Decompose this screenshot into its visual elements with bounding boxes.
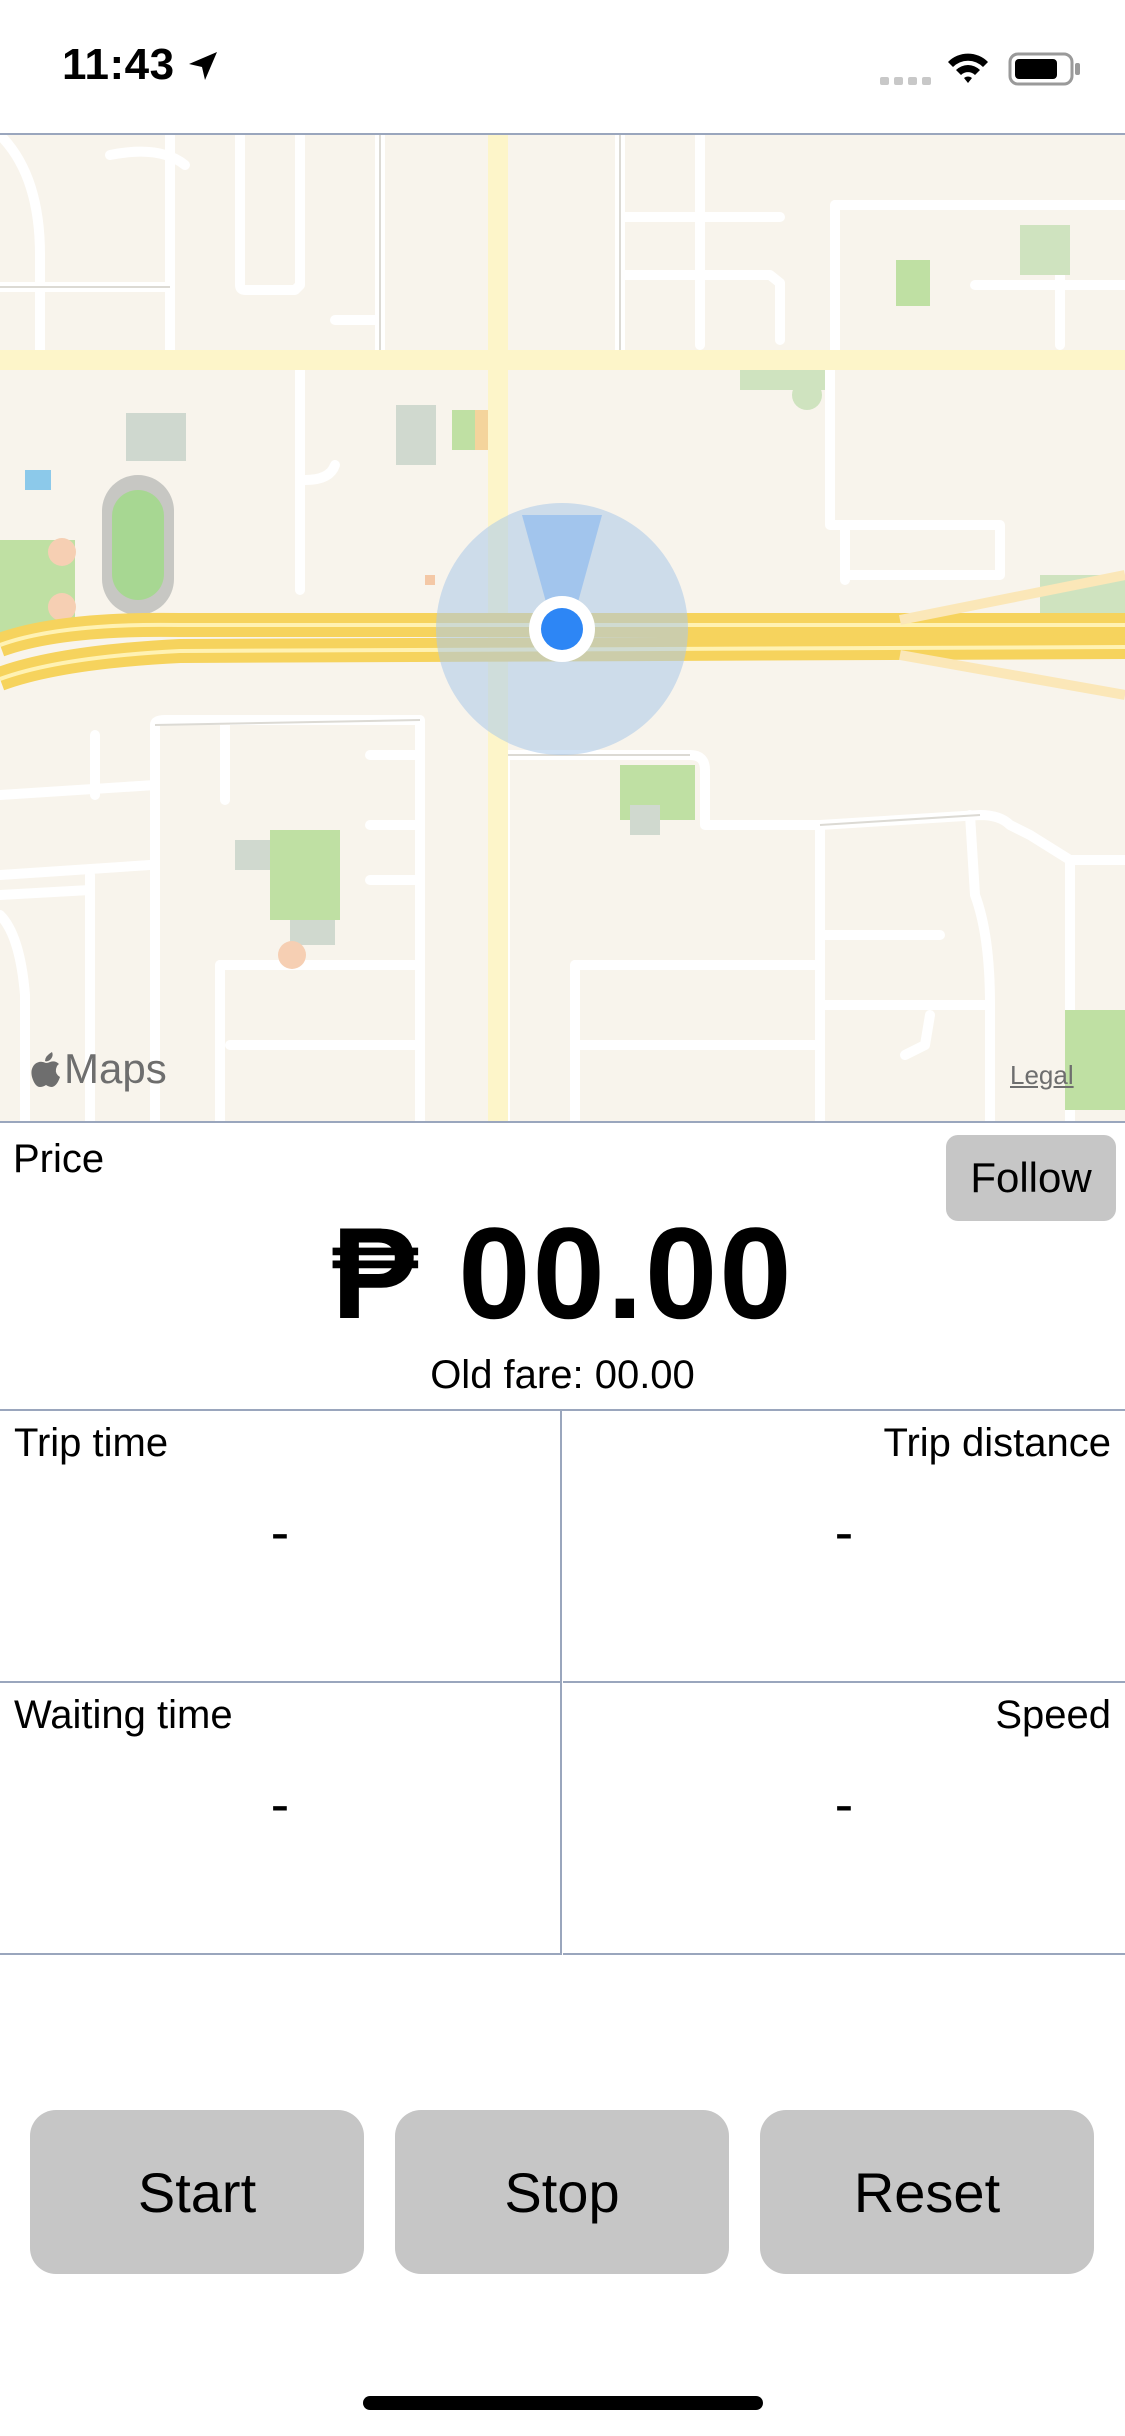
trip-distance-cell: Trip distance - (563, 1411, 1125, 1683)
waiting-time-cell: Waiting time - (0, 1683, 562, 1955)
trip-time-value: - (270, 1500, 290, 1563)
signal-icon (880, 77, 931, 85)
price-value: ₱ 00.00 (331, 1200, 794, 1346)
speed-label: Speed (995, 1693, 1111, 1737)
status-time: 11:43 (62, 40, 175, 89)
home-indicator[interactable] (363, 2396, 763, 2410)
trip-time-label: Trip time (14, 1421, 169, 1465)
trip-time-cell: Trip time - (0, 1411, 562, 1683)
wifi-icon (948, 53, 988, 83)
waiting-time-label: Waiting time (14, 1693, 233, 1737)
apple-logo-icon (31, 1052, 60, 1087)
start-button[interactable]: Start (30, 2110, 364, 2274)
map-view[interactable]: Maps Legal (0, 133, 1125, 1123)
waiting-time-value: - (270, 1772, 290, 1835)
map-canvas[interactable] (0, 135, 1125, 1123)
location-dot[interactable] (541, 608, 583, 650)
speed-value: - (834, 1772, 854, 1835)
location-arrow-icon (189, 52, 217, 80)
reset-button[interactable]: Reset (760, 2110, 1094, 2274)
stop-button[interactable]: Stop (395, 2110, 729, 2274)
status-bar: 11:43 (0, 0, 1125, 133)
battery-icon (1008, 52, 1080, 86)
price-label: Price (13, 1137, 105, 1181)
old-fare-label: Old fare: 00.00 (430, 1353, 695, 1397)
maps-logo-text: Maps (64, 1045, 167, 1092)
trip-distance-value: - (834, 1500, 854, 1563)
maps-logo: Maps (30, 1045, 167, 1093)
trip-distance-label: Trip distance (883, 1421, 1112, 1465)
price-panel: Price Follow ₱ 00.00 Old fare: 00.00 (0, 1123, 1125, 1411)
legal-link[interactable]: Legal (1010, 1060, 1074, 1091)
speed-cell: Speed - (563, 1683, 1125, 1955)
